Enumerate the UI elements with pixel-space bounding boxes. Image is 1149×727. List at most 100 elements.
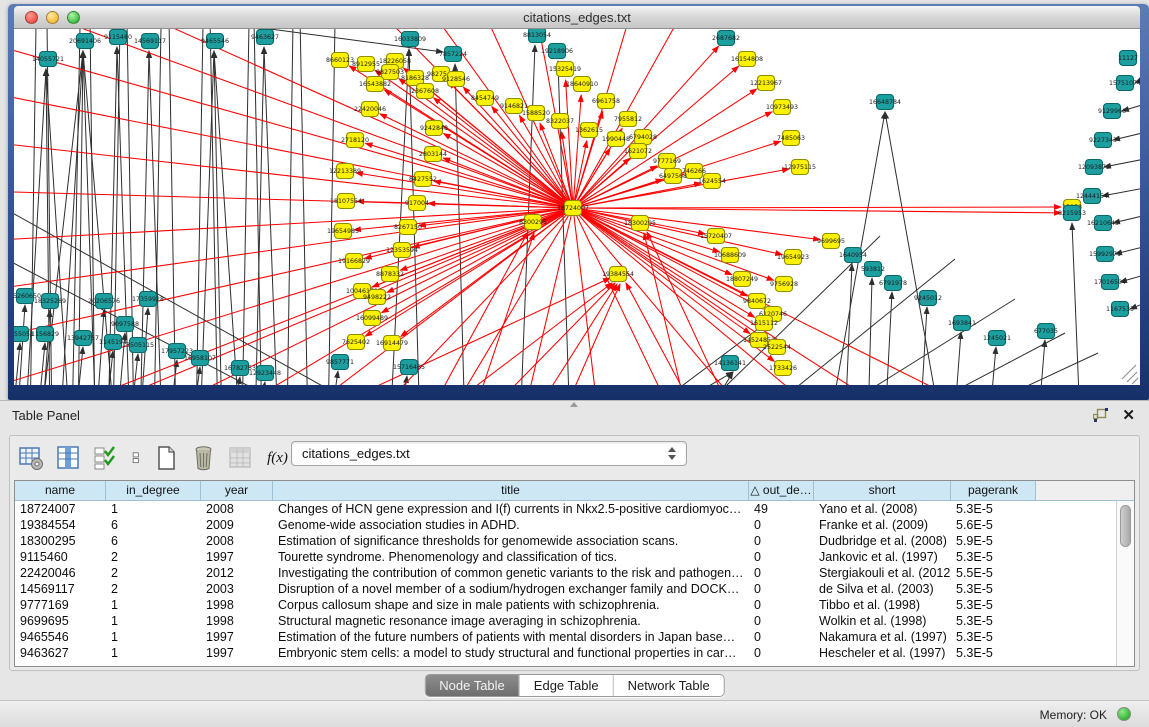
table-cell[interactable]: 0 [749,549,814,565]
table-cell[interactable]: 19384554 [15,517,106,533]
table-cell[interactable]: 5.3E-5 [951,501,1036,517]
table-cell[interactable]: Investigating the contribution of common… [273,565,749,581]
table-cell[interactable]: 49 [749,501,814,517]
table-row[interactable]: 911546021997Tourette syndrome. Phenomeno… [15,549,1134,565]
table-cell[interactable]: 9463627 [15,645,106,661]
resize-grip-icon[interactable] [1122,365,1136,379]
table-cell[interactable]: 2008 [201,501,273,517]
table-cell[interactable]: 1998 [201,613,273,629]
new-table-icon[interactable] [153,445,180,471]
table-cell[interactable]: 2009 [201,517,273,533]
column-header-out_de[interactable]: △ out_de… [749,481,814,500]
table-cell[interactable]: 9115460 [15,549,106,565]
table-row[interactable]: 969969511998Structural magnetic resonanc… [15,613,1134,629]
table-cell[interactable]: Hescheler et al. (1997) [814,645,951,661]
table-cell[interactable]: Changes of HCN gene expression and I(f) … [273,501,749,517]
table-cell[interactable]: 0 [749,645,814,661]
tab-node-table[interactable]: Node Table [425,675,519,696]
scrollbar-thumb[interactable] [1120,505,1131,547]
table-cell[interactable]: Estimation of the future numbers of pati… [273,629,749,645]
table-cell[interactable]: 1 [106,629,201,645]
table-vertical-scrollbar[interactable] [1116,501,1134,666]
table-cell[interactable]: 18724007 [15,501,106,517]
table-cell[interactable]: Tourette syndrome. Phenomenology and cla… [273,549,749,565]
table-cell[interactable]: 5.9E-5 [951,533,1036,549]
table-cell[interactable]: 5.3E-5 [951,645,1036,661]
tab-network-table[interactable]: Network Table [613,675,724,696]
table-cell[interactable]: 6 [106,533,201,549]
table-cell[interactable]: 14569117 [15,581,106,597]
table-cell[interactable]: 0 [749,597,814,613]
network-window[interactable]: citations_edges.txt 18724007866012389129… [8,4,1149,400]
table-cell[interactable]: 9699695 [15,613,106,629]
table-cell[interactable]: 1 [106,597,201,613]
table-cell[interactable]: 9465546 [15,629,106,645]
column-header-short[interactable]: short [814,481,951,500]
table-cell[interactable]: 1 [106,501,201,517]
table-cell[interactable]: Embryonic stem cells: a model to study s… [273,645,749,661]
table-cell[interactable]: 2008 [201,533,273,549]
table-cell[interactable]: 5.3E-5 [951,581,1036,597]
table-row[interactable]: 1456911722003Disruption of a novel membe… [15,581,1134,597]
table-cell[interactable]: Franke et al. (2009) [814,517,951,533]
column-header-year[interactable]: year [201,481,273,500]
table-cell[interactable]: 0 [749,533,814,549]
import-table-icon[interactable] [227,445,254,471]
table-cell[interactable]: Jankovic et al. (1997) [814,549,951,565]
table-cell[interactable]: 5.3E-5 [951,613,1036,629]
table-cell[interactable]: Disruption of a novel member of a sodium… [273,581,749,597]
function-builder-icon[interactable]: f(x) [264,445,291,471]
network-graph-svg[interactable]: 1872400786601238912955182260589827503165… [14,29,1140,385]
table-cell[interactable]: 5.3E-5 [951,629,1036,645]
table-cell[interactable]: 1997 [201,645,273,661]
table-cell[interactable]: 6 [106,517,201,533]
select-columns-icon[interactable] [92,445,119,471]
table-cell[interactable]: Yano et al. (2008) [814,501,951,517]
table-row[interactable]: 946554611997Estimation of the future num… [15,629,1134,645]
table-cell[interactable]: Structural magnetic resonance image aver… [273,613,749,629]
table-cell[interactable]: 0 [749,517,814,533]
table-cell[interactable]: 1998 [201,597,273,613]
network-table-selector[interactable]: citations_edges.txt [291,441,687,466]
table-cell[interactable]: 2 [106,565,201,581]
table-cell[interactable]: 9777169 [15,597,106,613]
table-cell[interactable]: Estimation of significance thresholds fo… [273,533,749,549]
table-cell[interactable]: 5.3E-5 [951,549,1036,565]
table-cell[interactable]: 1997 [201,549,273,565]
show-columns-icon[interactable] [55,445,82,471]
column-header-title[interactable]: title [273,481,749,500]
table-row[interactable]: 946362711997Embryonic stem cells: a mode… [15,645,1134,661]
window-titlebar[interactable]: citations_edges.txt [14,6,1140,29]
table-cell[interactable]: Tibbo et al. (1998) [814,597,951,613]
table-cell[interactable]: 22420046 [15,565,106,581]
table-cell[interactable]: 1 [106,613,201,629]
panel-splitter-handle[interactable] [570,402,578,407]
column-header-name[interactable]: name [15,481,106,500]
table-cell[interactable]: 5.6E-5 [951,517,1036,533]
resize-grip-icon[interactable] [1132,378,1138,384]
table-cell[interactable]: 2003 [201,581,273,597]
table-cell[interactable]: 0 [749,629,814,645]
table-row[interactable]: 2242004622012Investigating the contribut… [15,565,1134,581]
float-panel-icon[interactable] [1093,408,1109,423]
table-cell[interactable]: 5.3E-5 [951,597,1036,613]
table-cell[interactable]: 1 [106,645,201,661]
table-cell[interactable]: Wolkin et al. (1998) [814,613,951,629]
table-cell[interactable]: 1997 [201,629,273,645]
table-cell[interactable]: 2 [106,549,201,565]
table-row[interactable]: 1872400712008Changes of HCN gene express… [15,501,1134,517]
column-header-pagerank[interactable]: pagerank [951,481,1036,500]
column-header-in_degree[interactable]: in_degree [106,481,201,500]
table-cell[interactable]: Stergiakouli et al. (2012) [814,565,951,581]
table-cell[interactable]: Nakamura et al. (1997) [814,629,951,645]
table-settings-icon[interactable] [18,445,45,471]
close-panel-icon[interactable]: ✕ [1122,406,1135,424]
table-cell[interactable]: 0 [749,565,814,581]
table-cell[interactable]: Dudbridge et al. (2008) [814,533,951,549]
table-row[interactable]: 1938455462009Genome-wide association stu… [15,517,1134,533]
table-row[interactable]: 1830029562008Estimation of significance … [15,533,1134,549]
table-cell[interactable]: 5.5E-5 [951,565,1036,581]
table-cell[interactable]: Genome-wide association studies in ADHD. [273,517,749,533]
table-cell[interactable]: 2012 [201,565,273,581]
table-cell[interactable]: 2 [106,581,201,597]
